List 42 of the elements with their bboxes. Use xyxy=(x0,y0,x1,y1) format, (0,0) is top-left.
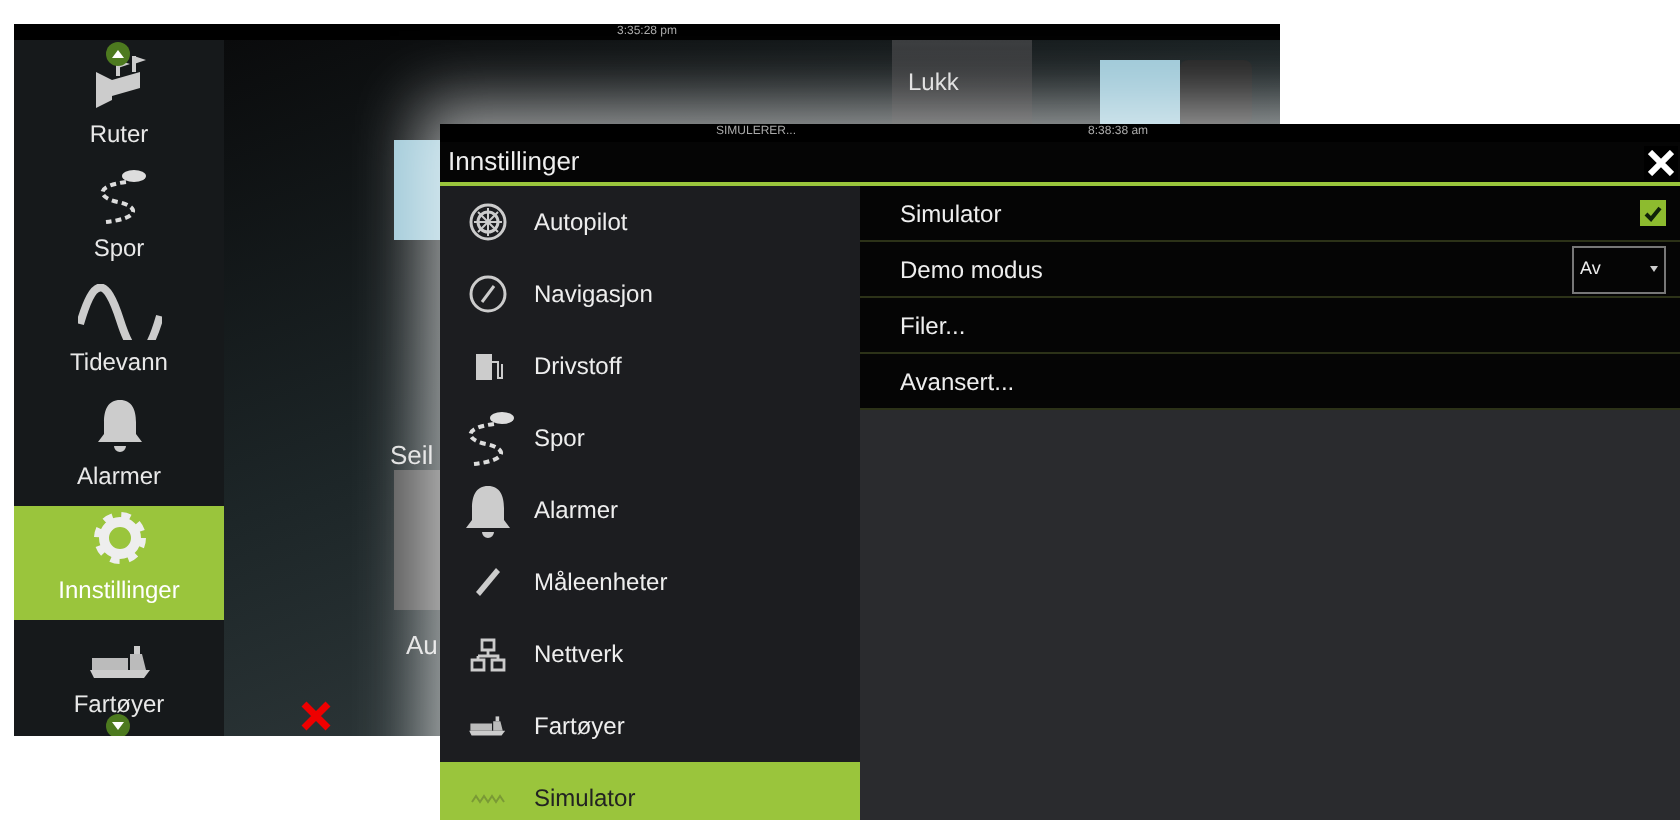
menu-item[interactable]: Drivstoff xyxy=(440,330,860,402)
menu-item[interactable]: Måleenheter xyxy=(440,546,860,618)
menu-item[interactable]: Autopilot xyxy=(440,186,860,258)
map-thumbnail xyxy=(1100,60,1180,124)
error-icon xyxy=(300,700,332,732)
menu-link[interactable]: Avansert... xyxy=(860,354,1680,410)
sidebar-item[interactable]: Tidevann xyxy=(14,278,224,392)
sidebar-item[interactable]: Ruter xyxy=(14,50,224,164)
tile-label: Au xyxy=(406,628,438,664)
wave-icon xyxy=(469,789,505,807)
sidebar-item[interactable]: Spor xyxy=(14,164,224,278)
menu-item[interactable]: Navigasjon xyxy=(440,258,860,330)
wave-icon xyxy=(77,284,161,340)
ship-icon xyxy=(467,714,507,738)
menu-item[interactable]: Alarmer xyxy=(440,474,860,546)
menu-link[interactable]: Filer... xyxy=(860,298,1680,354)
setting-label: Demo modus xyxy=(900,253,1043,287)
gauge-thumbnail xyxy=(1180,60,1252,124)
dialog-title: Innstillinger xyxy=(448,144,580,181)
tile-label: Seil xyxy=(390,438,434,474)
wheel-icon xyxy=(467,202,507,242)
close-button[interactable] xyxy=(1644,145,1678,179)
sidebar-item[interactable]: Fartøyer xyxy=(14,620,224,734)
menu-item[interactable]: Spor xyxy=(440,402,860,474)
pencil-icon xyxy=(471,564,503,600)
caret-icon xyxy=(1650,266,1658,272)
gear-icon xyxy=(89,508,149,568)
sidebar-item[interactable]: Alarmer xyxy=(14,392,224,506)
menu-item[interactable]: Simulator xyxy=(440,762,860,820)
checkbox[interactable] xyxy=(1640,200,1666,226)
scroll-down-icon[interactable] xyxy=(106,714,130,736)
setting-label: Simulator xyxy=(900,197,1002,231)
close-icon xyxy=(1648,149,1674,175)
close-button[interactable]: Lukk xyxy=(892,40,1032,124)
menu-item[interactable]: Fartøyer xyxy=(440,690,860,762)
ship-icon xyxy=(87,642,151,682)
menu-item[interactable]: Nettverk xyxy=(440,618,860,690)
dropdown[interactable]: Av xyxy=(1572,245,1666,293)
scroll-up-icon[interactable] xyxy=(106,42,130,66)
compass-icon xyxy=(467,274,507,314)
fuel-pump-icon xyxy=(471,348,503,384)
network-icon xyxy=(469,637,505,671)
